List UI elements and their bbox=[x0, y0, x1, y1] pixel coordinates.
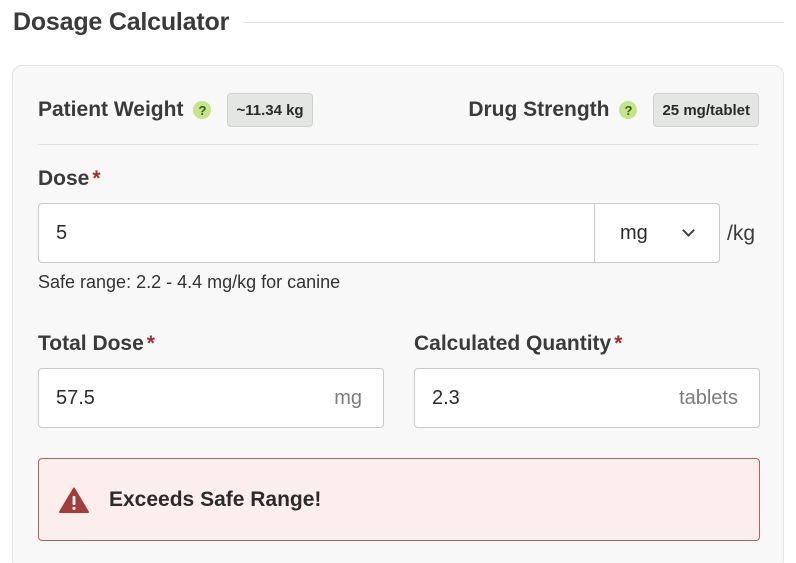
patient-weight-label: Patient Weight bbox=[38, 98, 184, 121]
info-divider bbox=[38, 144, 759, 145]
drug-strength-badge: 25 mg/tablet bbox=[653, 93, 759, 127]
calculated-quantity-suffix: tablets bbox=[679, 386, 738, 409]
header-divider bbox=[243, 21, 784, 23]
dose-label: Dose * bbox=[38, 167, 101, 191]
dose-label-text: Dose bbox=[38, 167, 90, 190]
patient-weight-group: Patient Weight ? ~11.34 kg bbox=[38, 93, 313, 127]
calculated-quantity-input[interactable] bbox=[415, 386, 680, 410]
per-kg-label: /kg bbox=[727, 222, 756, 245]
calculated-quantity-field: tablets bbox=[414, 368, 760, 428]
required-marker: * bbox=[92, 167, 101, 190]
calculated-quantity-label-text: Calculated Quantity bbox=[414, 332, 612, 355]
total-dose-input[interactable] bbox=[39, 386, 335, 410]
drug-strength-label: Drug Strength bbox=[468, 98, 610, 121]
drug-strength-group: Drug Strength ? 25 mg/tablet bbox=[468, 93, 759, 127]
calculated-quantity-label: Calculated Quantity * bbox=[414, 332, 622, 356]
total-dose-label: Total Dose * bbox=[38, 332, 155, 356]
safe-range-hint: Safe range: 2.2 - 4.4 mg/kg for canine bbox=[38, 272, 341, 292]
warning-triangle-icon bbox=[59, 487, 89, 513]
dosage-calculator: Dosage Calculator Patient Weight ? ~11.3… bbox=[0, 0, 796, 563]
total-dose-suffix: mg bbox=[334, 386, 362, 409]
section-header: Dosage Calculator bbox=[13, 6, 784, 38]
dose-field: mg bbox=[38, 203, 720, 263]
total-dose-field: mg bbox=[38, 368, 384, 428]
total-dose-label-text: Total Dose bbox=[38, 332, 144, 355]
info-row: Patient Weight ? ~11.34 kg Drug Strength… bbox=[38, 90, 759, 130]
chevron-down-icon bbox=[682, 224, 695, 237]
calculator-card: Patient Weight ? ~11.34 kg Drug Strength… bbox=[12, 65, 784, 563]
dose-input[interactable] bbox=[39, 204, 594, 262]
section-title: Dosage Calculator bbox=[13, 7, 230, 36]
dose-unit-value: mg bbox=[620, 221, 648, 244]
required-marker: * bbox=[146, 332, 155, 355]
required-marker: * bbox=[614, 332, 623, 355]
weight-help-icon[interactable]: ? bbox=[193, 101, 212, 119]
strength-help-icon[interactable]: ? bbox=[619, 101, 638, 119]
dose-unit-select[interactable]: mg bbox=[594, 204, 719, 262]
alert-message: Exceeds Safe Range! bbox=[109, 487, 322, 511]
exceeds-range-alert: Exceeds Safe Range! bbox=[38, 458, 760, 541]
patient-weight-badge: ~11.34 kg bbox=[227, 93, 313, 127]
